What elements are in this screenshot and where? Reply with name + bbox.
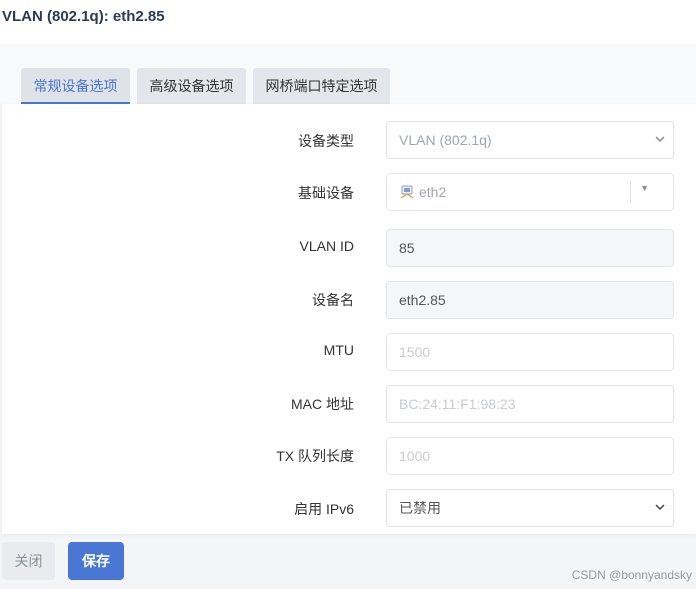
tab-label: 常规设备选项 (33, 78, 118, 94)
vlan-id-label: VLAN ID (299, 238, 354, 254)
base-device-value: eth2 (419, 184, 447, 200)
chevron-down-icon (653, 132, 667, 146)
mac-address-input[interactable]: BC:24:11:F1:98:23 (386, 385, 674, 423)
tab-general-device-options[interactable]: 常规设备选项 (21, 68, 130, 105)
vlan-id-value: 85 (399, 240, 415, 256)
vlan-id-field: 85 (386, 229, 674, 267)
watermark: CSDN @bonnyandsky (571, 568, 692, 582)
dialog-header: VLAN (802.1q): eth2.85 (0, 0, 696, 44)
enable-ipv6-value: 已禁用 (399, 500, 441, 516)
mtu-placeholder: 1500 (399, 344, 431, 360)
device-type-select: VLAN (802.1q) (386, 121, 674, 159)
tab-advanced-device-options[interactable]: 高级设备选项 (137, 68, 246, 104)
combobox-divider (630, 182, 631, 202)
tx-queue-length-placeholder: 1000 (399, 448, 431, 464)
device-name-label: 设备名 (312, 292, 354, 308)
device-name-value: eth2.85 (399, 292, 446, 308)
base-device-label: 基础设备 (298, 185, 354, 201)
mtu-label: MTU (323, 342, 354, 358)
base-device-combobox[interactable]: eth2 ▼ (386, 173, 674, 211)
mac-address-label: MAC 地址 (291, 396, 354, 412)
chevron-down-icon (653, 500, 667, 514)
tab-label: 高级设备选项 (149, 78, 234, 94)
mac-address-placeholder: BC:24:11:F1:98:23 (399, 396, 516, 412)
ethernet-port-icon (399, 184, 415, 200)
tab-bridge-port-options[interactable]: 网桥端口特定选项 (253, 68, 390, 104)
enable-ipv6-select[interactable]: 已禁用 (386, 489, 674, 527)
device-type-label: 设备类型 (298, 133, 354, 149)
caret-down-icon[interactable]: ▼ (640, 183, 649, 193)
save-button[interactable]: 保存 (68, 542, 124, 580)
tab-label: 网桥端口特定选项 (265, 78, 378, 94)
dialog-title: VLAN (802.1q): eth2.85 (2, 8, 165, 25)
tx-queue-length-label: TX 队列长度 (276, 448, 354, 464)
device-name-field: eth2.85 (386, 281, 674, 319)
tx-queue-length-input[interactable]: 1000 (386, 437, 674, 475)
mtu-input[interactable]: 1500 (386, 333, 674, 371)
device-type-value: VLAN (802.1q) (399, 132, 492, 148)
enable-ipv6-label: 启用 IPv6 (294, 501, 354, 517)
close-button[interactable]: 关闭 (2, 542, 55, 580)
